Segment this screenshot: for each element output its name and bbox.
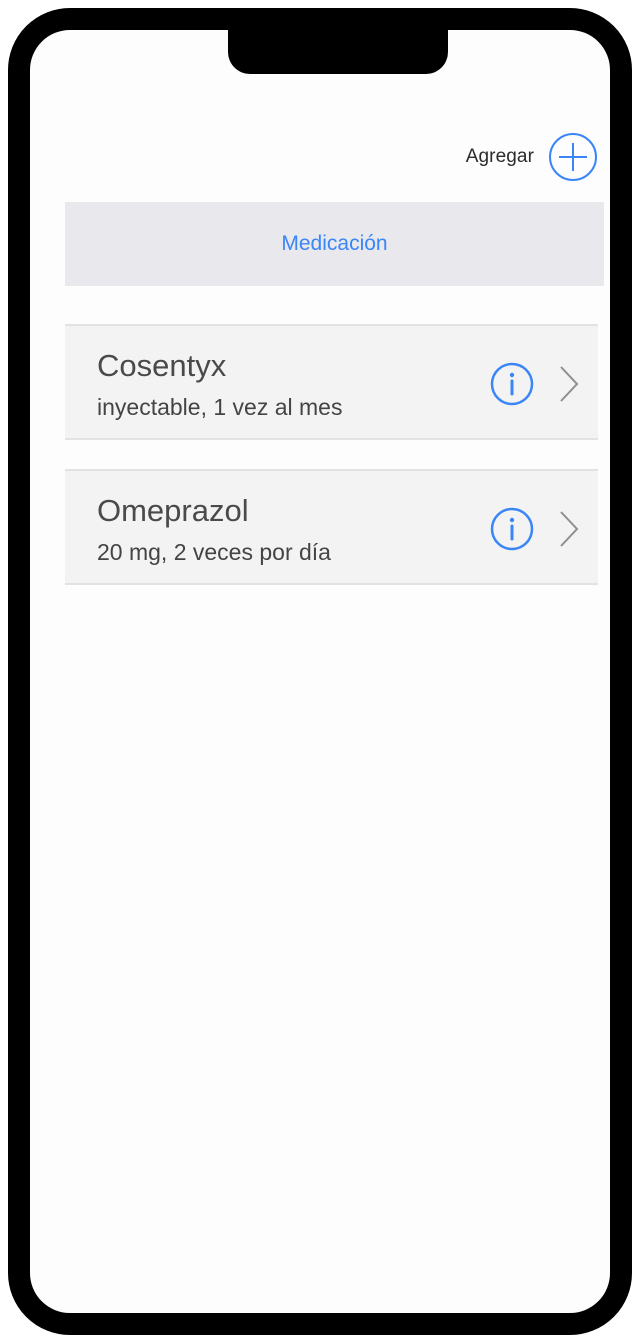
- phone-frame: Agregar Medicación Cosentyx inyectable, …: [8, 8, 632, 1335]
- info-circle-icon[interactable]: [490, 362, 534, 406]
- add-label: Agregar: [465, 146, 534, 167]
- medication-detail: 20 mg, 2 veces por día: [97, 539, 331, 565]
- medication-name: Omeprazol: [97, 493, 249, 528]
- medication-list: Cosentyx inyectable, 1 vez al mes Omepra…: [65, 324, 598, 614]
- info-circle-icon[interactable]: [490, 507, 534, 551]
- add-medication-button[interactable]: Agregar: [466, 132, 598, 182]
- chevron-right-icon: [560, 366, 579, 402]
- medication-item-omeprazol[interactable]: Omeprazol 20 mg, 2 veces por día: [65, 469, 598, 585]
- phone-notch: [228, 30, 448, 74]
- chevron-right-icon: [560, 511, 579, 547]
- plus-circle-icon[interactable]: [548, 132, 598, 182]
- medication-detail: inyectable, 1 vez al mes: [97, 394, 343, 420]
- app-screen: Agregar Medicación Cosentyx inyectable, …: [30, 30, 610, 1313]
- section-title: Medicación: [281, 232, 388, 255]
- medication-name: Cosentyx: [97, 348, 227, 383]
- medication-item-cosentyx[interactable]: Cosentyx inyectable, 1 vez al mes: [65, 324, 598, 440]
- section-header: Medicación: [65, 202, 604, 286]
